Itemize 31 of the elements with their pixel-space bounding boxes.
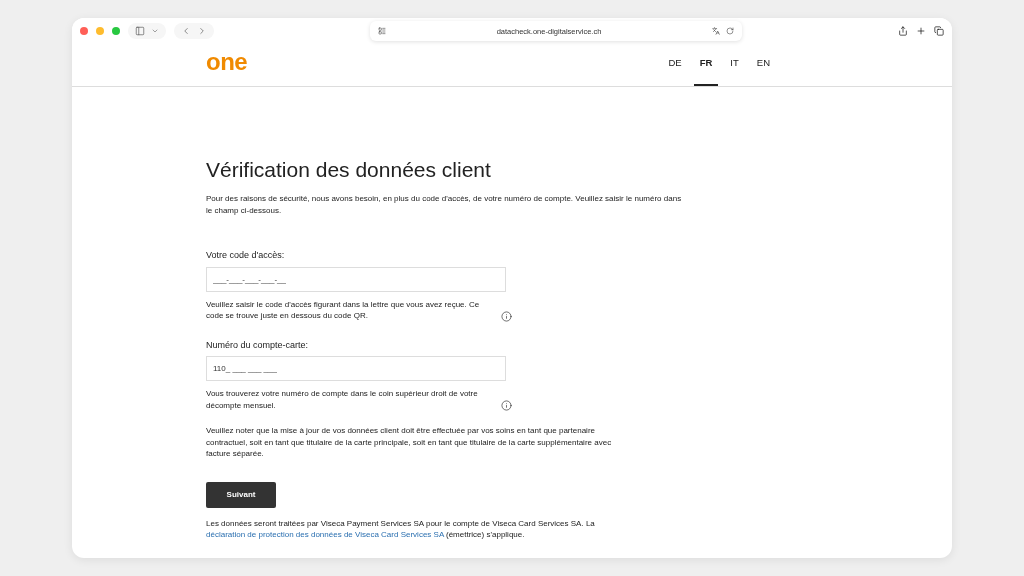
info-icon[interactable] [501,310,512,322]
info-icon[interactable] [501,400,512,411]
field-label: Votre code d'accès: [206,250,286,262]
language-tab[interactable]: IT [724,40,745,86]
hint-text: Veuillez saisir le code d'accès figurant dans la lettre que vous avez reçue. Ce code se trouve juste en dessous du code QR. [206,298,481,322]
input-field[interactable]: 110_ ___ ___ ___ [206,356,506,381]
language-tab[interactable]: DE [662,40,688,86]
language-tab[interactable]: FR [693,40,719,86]
intro-text: Pour des raisons de sécurité, nous avons besoin, en plus du code d'accès, de votre numéro de compte. Veuillez saisir le numéro dans le champ ci-dessous. [206,193,683,216]
forward-icon[interactable] [197,26,207,36]
reload-icon[interactable] [726,27,734,35]
note-text: Veuillez noter que la mise à jour de vos données client doit être effectuée par vos soins en tant que partenaire contractuel, soit en tant que titulaire de la carte principale, soit en tant que titulaire de la carte supplémentaire avec facture séparée. [206,425,613,460]
privacy-link[interactable]: déclaration de protection des données de Viseca Card Services SA [206,530,444,539]
page-title: Vérification des données client [206,157,492,183]
back-icon[interactable] [181,26,191,36]
minimize-button[interactable] [96,27,104,35]
maximize-button[interactable] [112,27,120,35]
new-tab-icon[interactable] [916,26,926,36]
language-tab[interactable]: EN [750,40,776,86]
next-button[interactable]: Suivant [206,481,276,508]
field-label: Numéro du compte-carte: [206,339,310,351]
input-field[interactable]: ___-___-___-___-__ [206,266,506,292]
hint-text: Vous trouverez votre numéro de compte dans le coin supérieur droit de votre décompte mensuel. [206,388,479,411]
share-icon[interactable] [898,26,908,36]
chevron-down-icon[interactable] [151,27,159,35]
tabs-icon[interactable] [934,26,944,36]
privacy-text: Les données seront traitées par Viseca Payment Services SA pour le compte de Viseca Card Services SA. La déclaration de protection des données de Viseca Card Services SA (émettrice) s'applique. [206,517,596,541]
translate-icon[interactable] [712,27,720,35]
page-icon[interactable] [378,27,386,35]
sidebar-icon[interactable] [135,26,145,36]
close-button[interactable] [80,27,88,35]
